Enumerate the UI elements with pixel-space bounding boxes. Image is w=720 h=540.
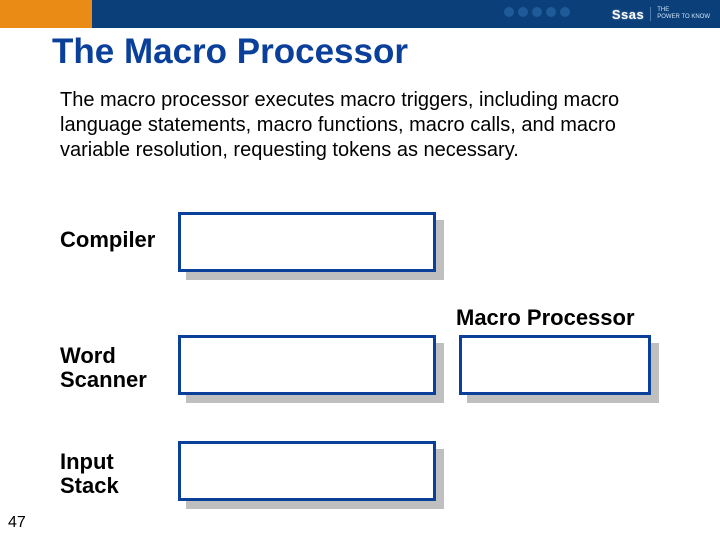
label-word-scanner: Word Scanner (60, 344, 147, 392)
tagline: THE POWER TO KNOW (650, 7, 710, 21)
body-text: The macro processor executes macro trigg… (60, 88, 650, 163)
page-title: The Macro Processor (52, 32, 408, 72)
header-bar: Ssas THE POWER TO KNOW (0, 0, 720, 28)
decorative-dots (504, 7, 570, 17)
label-input-stack: Input Stack (60, 450, 119, 498)
box-compiler (178, 212, 436, 272)
label-compiler: Compiler (60, 228, 155, 252)
box-word-scanner (178, 335, 436, 395)
label-macro-processor: Macro Processor (456, 306, 635, 330)
box-input-stack (178, 441, 436, 501)
sas-logo-icon: Ssas (612, 7, 644, 22)
slide: Ssas THE POWER TO KNOW The Macro Process… (0, 0, 720, 540)
page-number: 47 (8, 514, 26, 532)
brand-area: Ssas THE POWER TO KNOW (602, 0, 720, 28)
orange-accent (0, 0, 92, 28)
box-macro-processor (459, 335, 651, 395)
